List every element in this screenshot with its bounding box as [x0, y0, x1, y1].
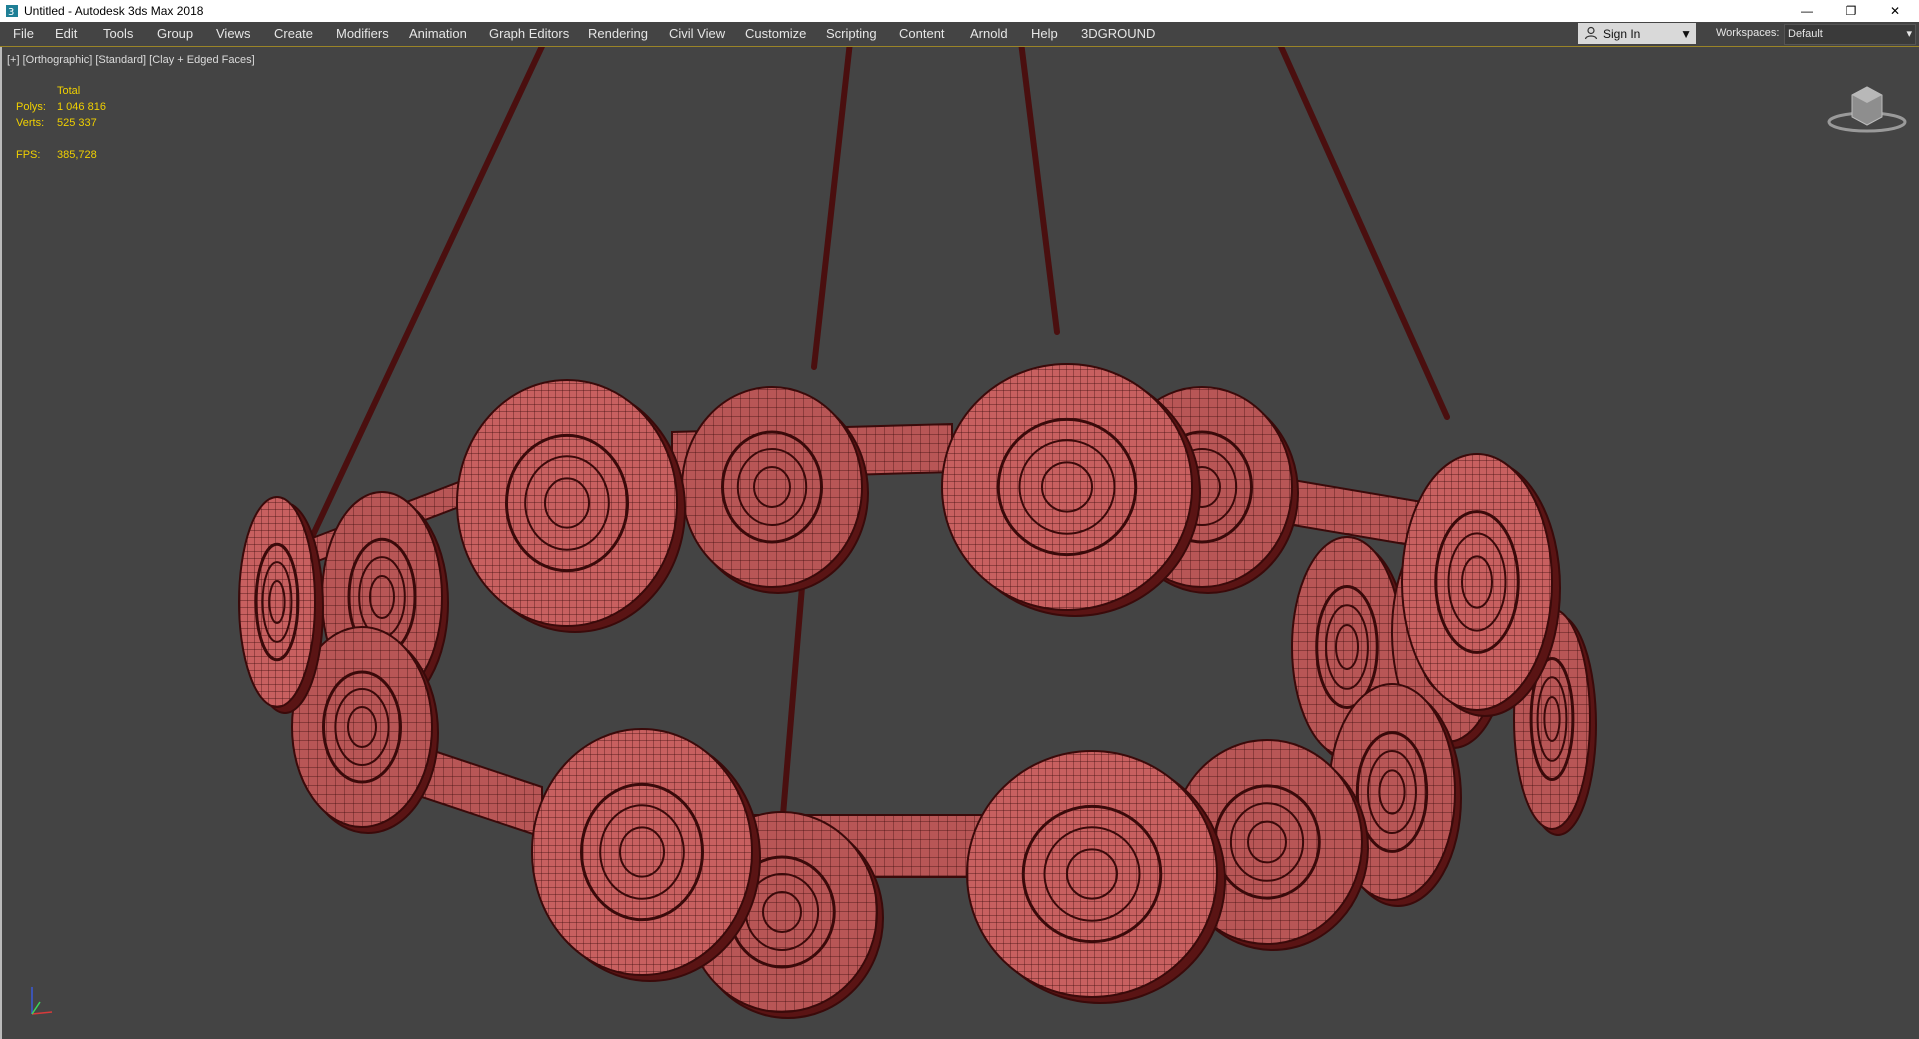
chandelier-mesh [238, 47, 1597, 1019]
disc-11 [238, 496, 324, 714]
sign-in-label: Sign In [1603, 27, 1641, 41]
menu-animation[interactable]: Animation [409, 26, 467, 41]
minimize-button[interactable]: — [1785, 0, 1829, 22]
disc-face [941, 363, 1193, 611]
menu-modifiers[interactable]: Modifiers [336, 26, 389, 41]
disc-face [238, 496, 316, 708]
disc-face [966, 750, 1218, 998]
close-button[interactable]: ✕ [1873, 0, 1917, 22]
app-icon: 3 [6, 5, 18, 18]
window-title: Untitled - Autodesk 3ds Max 2018 [24, 4, 204, 18]
title-bar: 3 Untitled - Autodesk 3ds Max 2018 — ❐ ✕ [0, 0, 1919, 22]
close-icon: ✕ [1889, 4, 1901, 18]
chevron-down-icon: ▾ [1906, 28, 1912, 40]
menu-bar: File Edit Tools Group Views Create Modif… [0, 22, 1919, 47]
menu-civil-view[interactable]: Civil View [669, 26, 725, 41]
disc-1 [681, 386, 869, 594]
menu-graph-editors[interactable]: Graph Editors [489, 26, 569, 41]
workspaces-dropdown[interactable]: Default ▾ [1784, 24, 1916, 45]
disc-face [531, 728, 753, 976]
viewcube-icon[interactable] [1822, 77, 1912, 137]
disc-face [1401, 453, 1553, 711]
menu-help[interactable]: Help [1031, 26, 1058, 41]
menu-content[interactable]: Content [899, 26, 945, 41]
menu-customize[interactable]: Customize [745, 26, 806, 41]
restore-icon: ❐ [1845, 4, 1857, 18]
workspaces-label: Workspaces: [1716, 27, 1780, 39]
disc-face [681, 386, 863, 588]
menu-views[interactable]: Views [216, 26, 250, 41]
menu-group[interactable]: Group [157, 26, 193, 41]
menu-edit[interactable]: Edit [55, 26, 77, 41]
minimize-icon: — [1801, 4, 1813, 18]
sign-in-button[interactable]: Sign In ▼ [1578, 23, 1696, 44]
workspaces-value: Default [1788, 28, 1823, 40]
menu-rendering[interactable]: Rendering [588, 26, 648, 41]
menu-file[interactable]: File [13, 26, 34, 41]
user-icon [1584, 26, 1598, 40]
disc-12 [456, 379, 686, 633]
restore-button[interactable]: ❐ [1829, 0, 1873, 22]
menu-create[interactable]: Create [274, 26, 313, 41]
axis-tripod-icon [31, 987, 53, 1015]
menu-scripting[interactable]: Scripting [826, 26, 877, 41]
menu-arnold[interactable]: Arnold [970, 26, 1008, 41]
disc-14 [1401, 453, 1561, 717]
disc-15 [531, 728, 761, 982]
viewport[interactable]: [+] [Orthographic] [Standard] [Clay + Ed… [0, 47, 1919, 1039]
chevron-down-icon: ▼ [1680, 27, 1692, 41]
menu-3dground[interactable]: 3DGROUND [1081, 26, 1155, 41]
svg-text:3: 3 [8, 7, 14, 18]
menu-tools[interactable]: Tools [103, 26, 133, 41]
disc-face [456, 379, 678, 627]
